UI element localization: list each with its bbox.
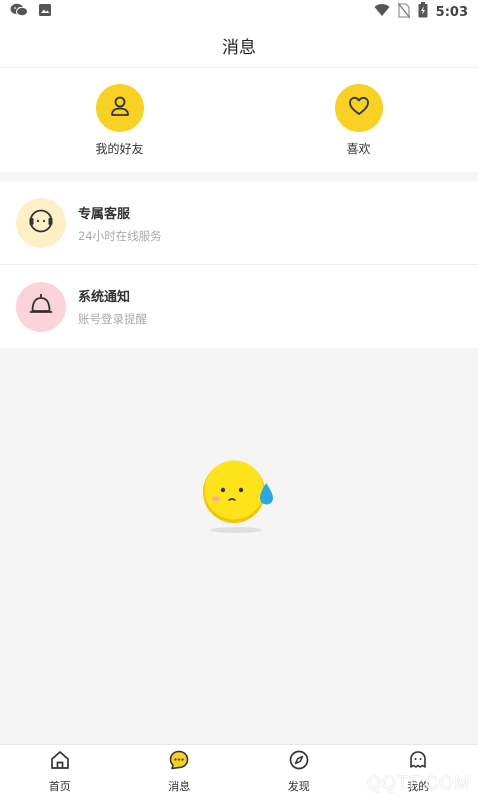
chat-icon (168, 749, 190, 775)
title-bar: 消息 (0, 24, 478, 68)
system-notice-subtitle: 账号登录提醒 (78, 312, 147, 326)
bell-icon (27, 291, 55, 323)
sweat-smiley-icon (196, 456, 282, 542)
tab-messages[interactable]: 消息 (120, 745, 240, 798)
customer-service-title: 专属客服 (78, 206, 131, 222)
empty-state (0, 348, 478, 744)
friends-label: 我的好友 (95, 141, 144, 156)
customer-service-avatar (16, 198, 66, 248)
system-notice-avatar (16, 281, 66, 332)
page-title: 消息 (222, 38, 256, 58)
likes-icon-circle (334, 83, 383, 132)
friends-button[interactable]: 我的好友 (0, 68, 239, 172)
user-icon (108, 94, 132, 122)
status-time: 5:03 (435, 4, 468, 20)
tab-discover-label: 发现 (287, 780, 310, 793)
no-sim-icon (397, 2, 411, 22)
wifi-icon (374, 3, 390, 21)
likes-label: 喜欢 (346, 141, 371, 156)
system-notice-title: 系统通知 (78, 290, 131, 305)
tab-home-label: 首页 (48, 780, 71, 793)
headset-icon (27, 207, 55, 239)
watermark: QQTF.COM (367, 773, 470, 793)
quick-actions: 我的好友 喜欢 (0, 68, 478, 172)
list-item-customer-service[interactable]: 专属客服 24小时在线服务 (0, 182, 478, 265)
likes-button[interactable]: 喜欢 (239, 68, 478, 172)
heart-icon (347, 94, 371, 122)
home-icon (49, 749, 71, 775)
compass-icon (288, 749, 310, 775)
status-bar: 5:03 (0, 0, 478, 24)
wechat-icon (10, 3, 28, 21)
list-item-system-notice[interactable]: 系统通知 账号登录提醒 (0, 265, 478, 348)
customer-service-subtitle: 24小时在线服务 (78, 228, 162, 243)
battery-icon (418, 2, 428, 22)
tab-discover[interactable]: 发现 (239, 745, 359, 798)
image-icon (38, 3, 52, 21)
tab-home[interactable]: 首页 (0, 745, 120, 798)
message-list: 专属客服 24小时在线服务 系统通知 账号登录提醒 (0, 182, 478, 348)
ghost-icon (407, 749, 429, 775)
friends-icon-circle (95, 83, 144, 132)
tab-messages-label: 消息 (168, 780, 191, 793)
